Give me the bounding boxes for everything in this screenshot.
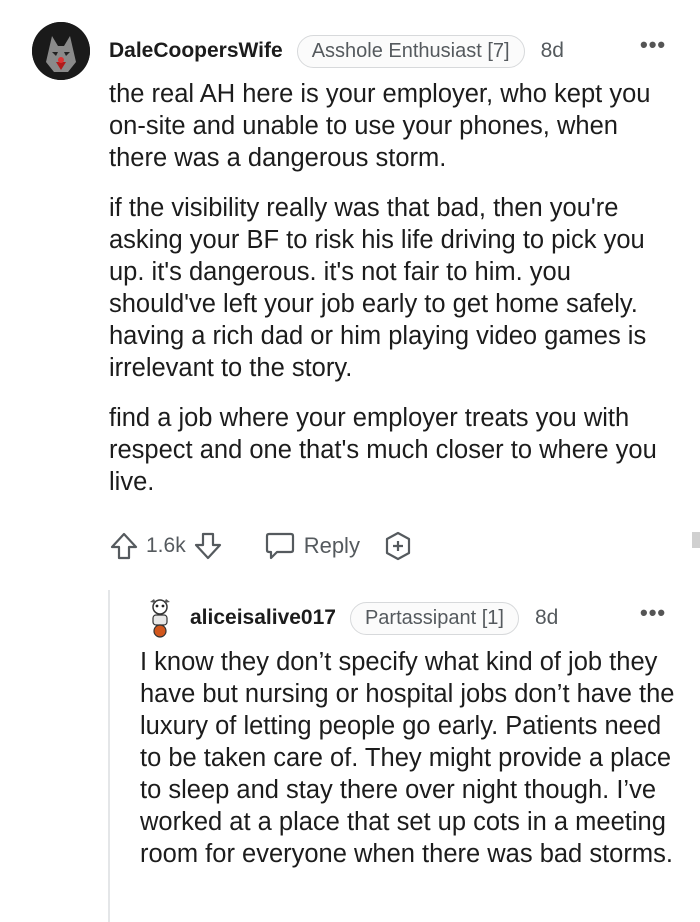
avatar-aliceisalive017[interactable] <box>146 598 174 638</box>
comment-meta: DaleCoopersWife Asshole Enthusiast [7] 8… <box>109 33 564 69</box>
comment-age: 8d <box>540 39 564 62</box>
reply-body: I know they don’t specify what kind of j… <box>140 646 685 888</box>
award-plus-icon[interactable] <box>382 530 414 562</box>
comment-paragraph: the real AH here is your employer, who k… <box>109 80 651 172</box>
scrollbar[interactable] <box>692 532 700 548</box>
username[interactable]: DaleCoopersWife <box>109 39 283 63</box>
more-options-icon[interactable]: ••• <box>640 602 666 624</box>
username[interactable]: aliceisalive017 <box>190 606 336 630</box>
downvote-arrow-icon[interactable] <box>192 530 224 562</box>
comment-paragraph: if the visibility really was that bad, t… <box>109 194 647 382</box>
avatar-dalecooperswife[interactable] <box>32 22 90 80</box>
reply-button[interactable]: Reply <box>264 531 360 561</box>
comment-body: the real AH here is your employer, who k… <box>109 78 679 516</box>
comment-paragraph: find a job where your employer treats yo… <box>109 404 657 496</box>
reply-meta: aliceisalive017 Partassipant [1] 8d <box>190 600 558 636</box>
speech-bubble-icon <box>265 532 294 560</box>
user-flair: Partassipant [1] <box>349 601 519 635</box>
user-flair: Asshole Enthusiast [7] <box>296 34 525 68</box>
reply-paragraph: I know they don’t specify what kind of j… <box>140 648 675 868</box>
comment-actions: 1.6k Reply <box>108 526 414 566</box>
more-options-icon[interactable]: ••• <box>640 34 666 56</box>
upvote-arrow-icon[interactable] <box>108 530 140 562</box>
thread-line[interactable] <box>108 590 110 922</box>
reply-age: 8d <box>534 606 559 629</box>
vote-count: 1.6k <box>146 534 186 557</box>
reply-label: Reply <box>303 533 360 558</box>
